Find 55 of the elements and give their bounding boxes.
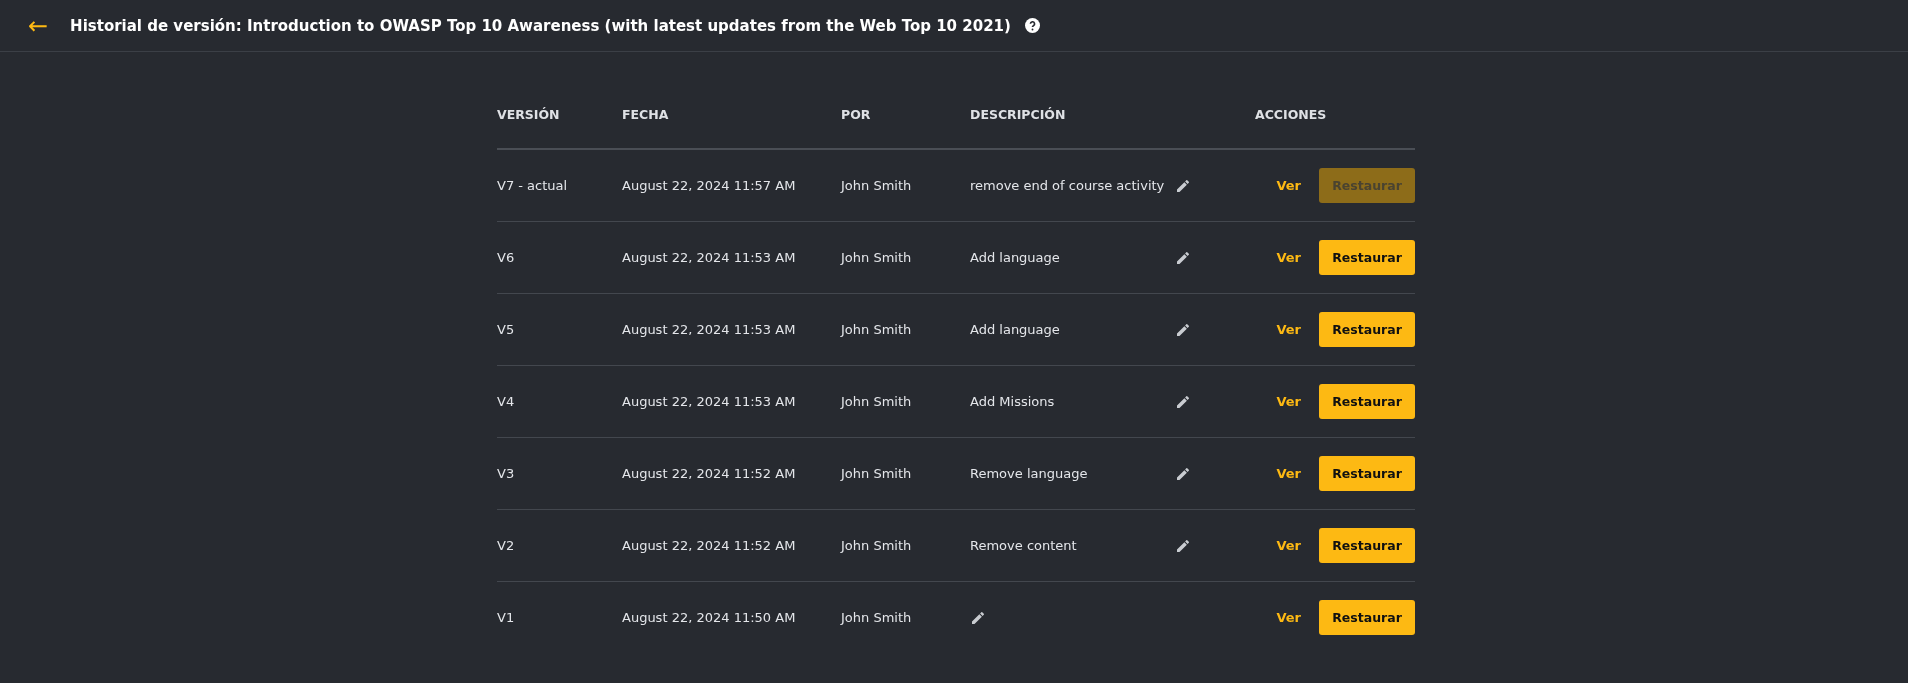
- back-button[interactable]: ←: [28, 13, 49, 38]
- table-cell-text: August 22, 2024 11:53 AM: [622, 394, 797, 409]
- table-cell-text: August 22, 2024 11:50 AM: [622, 610, 797, 625]
- view-link[interactable]: Ver: [1276, 394, 1301, 409]
- view-link[interactable]: Ver: [1276, 466, 1301, 481]
- column-header: VERSIÓN: [497, 107, 561, 122]
- restore-button[interactable]: Restaurar: [1319, 240, 1415, 275]
- pencil-icon[interactable]: [1175, 465, 1191, 482]
- pencil-icon[interactable]: [1175, 537, 1191, 554]
- table-cell-text: V1: [497, 610, 516, 625]
- column-header: ACCIONES: [1255, 107, 1328, 122]
- restore-button[interactable]: Restaurar: [1319, 384, 1415, 419]
- table-cell-text: John Smith: [841, 394, 913, 409]
- table-cell-text: John Smith: [841, 250, 913, 265]
- pencil-icon[interactable]: [1175, 177, 1191, 194]
- table-cell-text: August 22, 2024 11:52 AM: [622, 466, 797, 481]
- table-cell-text: V4: [497, 394, 516, 409]
- table-cell-text: V6: [497, 250, 516, 265]
- table-cell-text: August 22, 2024 11:53 AM: [622, 250, 797, 265]
- table-cell-text: V3: [497, 466, 516, 481]
- table-cell-text: John Smith: [841, 538, 913, 553]
- table-cell-text: V2: [497, 538, 516, 553]
- view-link[interactable]: Ver: [1276, 322, 1301, 337]
- help-icon[interactable]: [1024, 18, 1040, 33]
- restore-button[interactable]: Restaurar: [1319, 456, 1415, 491]
- table-cell-text: John Smith: [841, 322, 913, 337]
- column-header: DESCRIPCIÓN: [970, 107, 1067, 122]
- table-cell-text: August 22, 2024 11:57 AM: [622, 178, 797, 193]
- table-cell-text: Add language: [970, 250, 1061, 265]
- table-cell-text: V7 - actual: [497, 178, 569, 193]
- view-link[interactable]: Ver: [1276, 178, 1301, 193]
- table-cell-text: Remove language: [970, 466, 1089, 481]
- table-cell-text: John Smith: [841, 466, 913, 481]
- table-cell-text: Remove content: [970, 538, 1078, 553]
- restore-button[interactable]: Restaurar: [1319, 528, 1415, 563]
- column-header: FECHA: [622, 107, 670, 122]
- table-cell-text: V5: [497, 322, 516, 337]
- table-cell-text: Add language: [970, 322, 1061, 337]
- view-link[interactable]: Ver: [1276, 538, 1301, 553]
- pencil-icon[interactable]: [1175, 249, 1191, 266]
- page-title: Historial de versión: Introduction to OWASP Top 10 Awareness (with latest updates from the Web Top 10 2021): [70, 16, 1011, 35]
- pencil-icon[interactable]: [1175, 393, 1191, 410]
- pencil-icon[interactable]: [970, 609, 986, 626]
- table-cell-text: Add Missions: [970, 394, 1056, 409]
- view-link[interactable]: Ver: [1276, 610, 1301, 625]
- table-cell-text: remove end of course activity: [970, 178, 1166, 193]
- table-cell-text: August 22, 2024 11:52 AM: [622, 538, 797, 553]
- table-cell-text: August 22, 2024 11:53 AM: [622, 322, 797, 337]
- column-header: POR: [841, 107, 872, 122]
- pencil-icon[interactable]: [1175, 321, 1191, 338]
- restore-button[interactable]: Restaurar: [1319, 600, 1415, 635]
- table-cell-text: John Smith: [841, 610, 913, 625]
- view-link[interactable]: Ver: [1276, 250, 1301, 265]
- table-cell-text: John Smith: [841, 178, 913, 193]
- restore-button[interactable]: Restaurar: [1319, 312, 1415, 347]
